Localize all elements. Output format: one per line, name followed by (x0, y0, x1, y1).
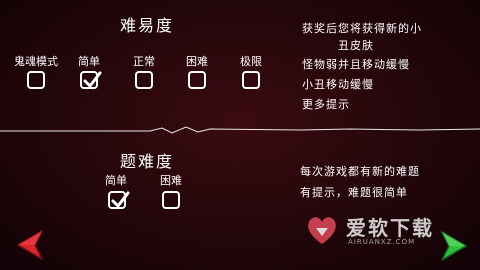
easy-checkbox[interactable] (80, 71, 102, 89)
hard-checkbox[interactable] (188, 71, 206, 89)
question-hard-label: 困难 (160, 174, 182, 187)
option-easy-label: 简单 (78, 55, 100, 68)
option-normal-label: 正常 (133, 55, 155, 68)
red-left-arrow-icon (17, 230, 43, 260)
option-hard-label: 困难 (186, 55, 208, 68)
difficulty-title: 难易度 (120, 16, 175, 35)
watermark-brand-text: 爱软下载 (346, 216, 434, 240)
normal-checkbox[interactable] (135, 71, 153, 89)
check-icon (111, 191, 130, 208)
option-extreme-label: 极限 (240, 55, 262, 68)
info-monster-line: 怪物弱并且移动缓慢 (302, 58, 410, 71)
question-hard-checkbox[interactable] (162, 191, 180, 209)
watermark-logo: 爱软下载 AIRUANXZ.COM (300, 206, 450, 254)
next-button[interactable] (434, 228, 474, 264)
watermark-heart-icon (308, 217, 336, 244)
question-difficulty-title: 题难度 (120, 152, 175, 171)
info-hints-line: 更多提示 (302, 98, 350, 111)
check-icon (83, 71, 102, 88)
extreme-checkbox[interactable] (242, 71, 260, 89)
ghost-mode-checkbox[interactable] (27, 71, 45, 89)
green-right-arrow-icon (441, 231, 467, 261)
question-info-panel: 每次游戏都有新的难题 有提示，难题很简单 (300, 165, 474, 200)
question-easy-label: 简单 (105, 174, 127, 187)
section-divider (0, 126, 480, 134)
difficulty-info-panel: 获奖后您将获得新的小 丑皮肤 怪物弱并且移动缓慢 小丑移动缓慢 更多提示 (302, 22, 474, 112)
info-new-puzzle-line: 每次游戏都有新的难题 (300, 165, 420, 178)
question-easy-checkbox[interactable] (108, 191, 130, 209)
info-reward-line: 获奖后您将获得新的小 (302, 22, 422, 35)
back-button[interactable] (10, 227, 50, 263)
info-clown-line: 小丑移动缓慢 (302, 78, 374, 91)
info-hint-line: 有提示，难题很简单 (300, 186, 408, 199)
info-reward-line-cont: 丑皮肤 (338, 39, 374, 52)
option-ghost-mode-label: 鬼魂模式 (14, 55, 58, 68)
watermark-sub-text: AIRUANXZ.COM (348, 238, 416, 246)
